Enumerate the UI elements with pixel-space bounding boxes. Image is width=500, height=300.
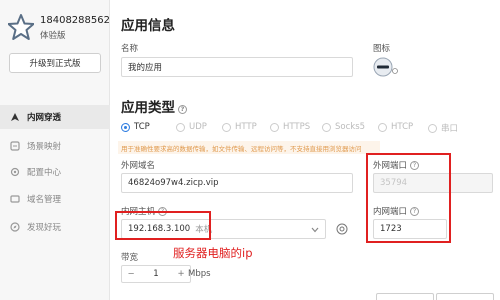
radio-http[interactable]: HTTP [222,122,257,132]
discover-icon [10,222,20,232]
upgrade-button[interactable]: 升级到正式版 [9,53,101,73]
radio-dot [322,122,331,132]
app-info-title: 应用信息 [121,18,175,34]
radio-https[interactable]: HTTPS [270,122,310,132]
radio-udp[interactable]: UDP [176,122,207,132]
external-domain-label: 外网域名 [121,161,156,171]
sidebar-item-label: 场景映射 [27,142,62,152]
bandwidth-value[interactable]: 1 [140,269,172,279]
version-label: 体验版 [40,31,66,41]
external-domain-field: 46824o97w4.zicp.vip [121,173,353,193]
annotation-caption: 服务器电脑的ip [173,246,253,260]
star-avatar-icon [8,14,34,40]
locate-icon[interactable] [336,223,348,235]
app-name-input[interactable]: 我的应用 [121,57,353,77]
sidebar-item-config[interactable]: 配置中心 [0,160,110,184]
radio-socks5[interactable]: Socks5 [322,122,365,132]
sidebar: 18408288562 体验版 升级到正式版 内网穿透 场景映射 配置中心 域名… [0,0,110,300]
username: 18408288562 [40,15,110,26]
bandwidth-label: 带宽 [121,253,139,263]
radio-dot [222,122,231,132]
radio-tcp[interactable]: TCP [121,122,150,132]
sidebar-item-label: 域名管理 [27,195,62,205]
radio-dot [428,123,437,133]
name-label: 名称 [121,44,139,54]
protocol-notice: 用于准确性要求高的数据传输，如文件传输、远程访问等，不支持直接用浏览器访问 [118,141,380,154]
annotation-box-host [115,211,211,240]
decrement-button[interactable]: − [122,266,140,282]
sidebar-item-label: 内网穿透 [27,113,62,123]
radio-dot [270,122,279,132]
app-type-title: 应用类型? [121,96,187,116]
sidebar-item-label: 配置中心 [27,168,62,178]
sidebar-item-tunnel[interactable]: 内网穿透 [0,105,110,129]
chevron-down-icon[interactable] [311,227,319,233]
scene-icon [10,141,20,151]
radio-dot [378,122,387,132]
app-icon-picker[interactable] [373,57,399,79]
domain-icon [10,194,20,204]
protocol-radio-group: TCP UDP HTTP HTTPS Socks5 HTCP 串口 [121,122,496,136]
radio-serial[interactable]: 串口 [428,122,458,134]
tunnel-icon [10,112,20,122]
sidebar-item-label: 发现好玩 [27,223,62,233]
main-panel: 应用信息 名称 我的应用 图标 应用类型? TCP UDP HTTP HTTPS… [111,0,500,300]
sidebar-item-domain[interactable]: 域名管理 [0,187,110,211]
annotation-box-ports [366,153,451,243]
icon-label: 图标 [373,44,391,54]
radio-dot [121,122,130,132]
help-icon[interactable]: ? [178,105,187,114]
sidebar-item-scene[interactable]: 场景映射 [0,134,110,158]
radio-dot [176,122,185,132]
sidebar-item-discover[interactable]: 发现好玩 [0,215,110,239]
settings-icon [10,167,20,177]
bandwidth-unit: Mbps [188,269,211,279]
bandwidth-stepper: − 1 + [121,265,191,283]
radio-htcp[interactable]: HTCP [378,122,413,132]
footer-button-left[interactable] [376,293,434,300]
footer-button-right[interactable] [436,293,494,300]
